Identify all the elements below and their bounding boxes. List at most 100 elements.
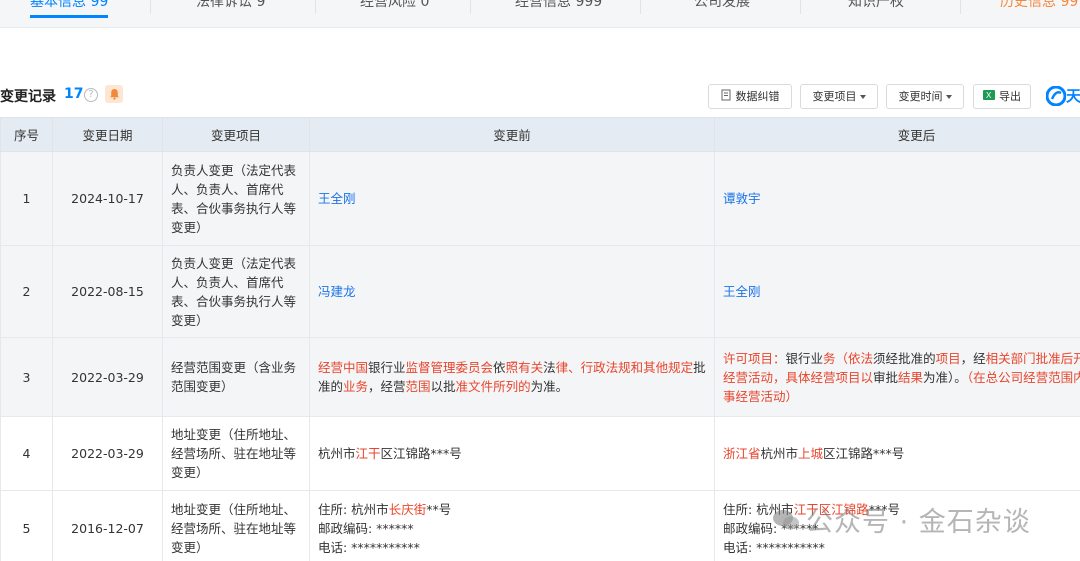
excel-icon: X <box>983 86 995 109</box>
active-tab-indicator <box>30 15 109 18</box>
table-row: 1 2024-10-17 负责人变更（法定代表人、负责人、首席代表、合伙事务执行… <box>0 151 1080 246</box>
row-no: 5 <box>0 490 53 561</box>
text-segment: ，经 <box>960 350 986 366</box>
tab-development[interactable]: 公司发展 <box>694 0 750 11</box>
section-title: 变更记录 <box>0 89 56 105</box>
text-segment: 区江锦路***号 <box>823 446 905 461</box>
col-header-before: 变更前 <box>309 117 715 152</box>
text-line: 邮政编码: ****** <box>318 519 706 538</box>
row-item: 经营范围变更（含业务范围变更） <box>162 337 310 417</box>
chevron-down-icon <box>945 95 952 99</box>
text-segment: 批准的 <box>898 350 936 366</box>
text-segment: 许可项目： <box>723 350 786 366</box>
tab-operation[interactable]: 经营信息 999 <box>515 0 602 11</box>
col-header-after: 变更后 <box>714 117 1080 152</box>
row-date: 2022-08-15 <box>52 245 163 338</box>
row-before: 杭州市江干区江锦路***号 <box>309 416 715 491</box>
row-date: 2016-12-07 <box>52 490 163 561</box>
text-segment: 照有关 <box>505 360 544 375</box>
row-after: 许可项目：银行业务（依法须经批准的项目，经相关部门批准后开展经营活动，具体经营项… <box>714 337 1080 417</box>
tab-divider <box>960 0 961 14</box>
row-after[interactable]: 谭敦宇 <box>714 151 1080 246</box>
text-segment[interactable]: 王全刚 <box>723 284 761 299</box>
row-no: 3 <box>0 337 53 417</box>
col-header-no: 序号 <box>0 117 53 152</box>
col-header-date: 变更日期 <box>52 117 163 152</box>
bell-icon[interactable] <box>105 85 123 103</box>
export-button[interactable]: X 导出 <box>973 84 1031 109</box>
row-before: 住所: 杭州市长庆街**号邮政编码: ****** 电话: *********** <box>309 490 715 561</box>
text-segment: 江干 <box>355 446 381 461</box>
row-item: 地址变更（住所地址、经营场所、驻在地址等变更） <box>162 416 310 491</box>
tab-basic-info[interactable]: 基本信息 99 <box>30 0 109 18</box>
text-segment: 住所: 杭州市 <box>318 502 389 517</box>
text-segment[interactable]: 冯建龙 <box>318 284 356 299</box>
row-after[interactable]: 王全刚 <box>714 245 1080 338</box>
tab-bar: 基本信息 99 法律诉讼 9 经营风险 0 经营信息 999 公司发展 知识产权… <box>0 0 1080 28</box>
text-segment: 上城 <box>798 446 824 461</box>
text-segment: 准文件所列的 <box>455 379 531 394</box>
row-before[interactable]: 王全刚 <box>309 151 715 246</box>
change-item-filter[interactable]: 变更项目 <box>800 84 878 109</box>
change-records-table: 序号 变更日期 变更项目 变更前 变更后 1 2024-10-17 负责人变更（… <box>0 117 1080 561</box>
text-segment: 银行业 <box>368 360 406 375</box>
text-line: 电话: *********** <box>318 538 706 557</box>
row-after: 浙江省杭州市上城区江锦路***号 <box>714 416 1080 491</box>
text-segment: 为准）。 <box>923 369 967 385</box>
text-segment: 浙江省 <box>723 446 761 461</box>
text-segment: 区江锦路***号 <box>380 446 462 461</box>
text-segment: 法 <box>543 360 556 375</box>
table-row: 3 2022-03-29 经营范围变更（含业务范围变更） 经营中国银行业监督管理… <box>0 337 1080 417</box>
row-before[interactable]: 冯建龙 <box>309 245 715 338</box>
text-segment[interactable]: 谭敦宇 <box>723 191 761 206</box>
text-segment: 经营中国 <box>318 360 369 375</box>
table-header-row: 序号 变更日期 变更项目 变更前 变更后 <box>0 117 1080 152</box>
row-date: 2024-10-17 <box>52 151 163 246</box>
row-no: 4 <box>0 416 53 491</box>
chevron-down-icon <box>859 95 866 99</box>
tab-divider <box>640 0 641 14</box>
text-segment: 律、行政法规和其他规定 <box>555 360 694 375</box>
table-row: 4 2022-03-29 地址变更（住所地址、经营场所、驻在地址等变更） 杭州市… <box>0 416 1080 491</box>
section-header: 变更记录 17 ? 数据纠错 变更项目 变更时间 X 导出 天 <box>0 82 1080 110</box>
row-no: 1 <box>0 151 53 246</box>
text-segment[interactable]: 王全刚 <box>318 191 356 206</box>
row-no: 2 <box>0 245 53 338</box>
text-segment: 务（依法 <box>823 350 874 366</box>
text-segment: 须经 <box>873 350 899 366</box>
row-date: 2022-03-29 <box>52 337 163 417</box>
data-correction-button[interactable]: 数据纠错 <box>708 84 792 109</box>
help-icon[interactable]: ? <box>84 88 98 102</box>
text-segment: 审批 <box>873 369 899 385</box>
row-item: 地址变更（住所地址、经营场所、驻在地址等变更） <box>162 490 310 561</box>
row-date: 2022-03-29 <box>52 416 163 491</box>
text-segment: 长庆街 <box>388 502 427 517</box>
tab-divider <box>800 0 801 14</box>
text-segment: 监督管理委员会 <box>405 360 494 375</box>
text-segment: 杭州市 <box>318 446 356 461</box>
text-segment: 结果 <box>898 369 924 385</box>
change-time-filter[interactable]: 变更时间 <box>886 84 964 109</box>
table-row: 2 2022-08-15 负责人变更（法定代表人、负责人、首席代表、合伙事务执行… <box>0 245 1080 338</box>
col-header-item: 变更项目 <box>162 117 310 152</box>
text-segment: 依 <box>493 360 506 375</box>
text-segment: 业务 <box>343 379 369 394</box>
tab-risk[interactable]: 经营风险 0 <box>360 0 429 11</box>
text-segment: 电话: *********** <box>723 540 825 555</box>
tab-ip[interactable]: 知识产权 <box>848 0 904 11</box>
text-segment: 银行业 <box>785 350 824 366</box>
tab-history[interactable]: 历史信息 99 <box>1000 0 1078 11</box>
text-segment: 为准。 <box>530 379 569 394</box>
tab-legal[interactable]: 法律诉讼 9 <box>196 0 265 11</box>
watermark: 公众号 · 金石杂谈 <box>772 500 1031 539</box>
row-item: 负责人变更（法定代表人、负责人、首席代表、合伙事务执行人等变更） <box>162 245 310 338</box>
tab-divider <box>315 0 316 14</box>
text-segment: ，经营 <box>368 379 406 394</box>
row-before: 经营中国银行业监督管理委员会依照有关法律、行政法规和其他规定批准的业务，经营范围… <box>309 337 715 417</box>
svg-text:X: X <box>986 91 992 100</box>
text-segment: **号 <box>426 502 452 517</box>
text-segment: 项目 <box>935 350 961 366</box>
row-item: 负责人变更（法定代表人、负责人、首席代表、合伙事务执行人等变更） <box>162 151 310 246</box>
record-count: 17 <box>64 86 84 102</box>
tianyancha-logo-icon <box>1045 85 1067 107</box>
